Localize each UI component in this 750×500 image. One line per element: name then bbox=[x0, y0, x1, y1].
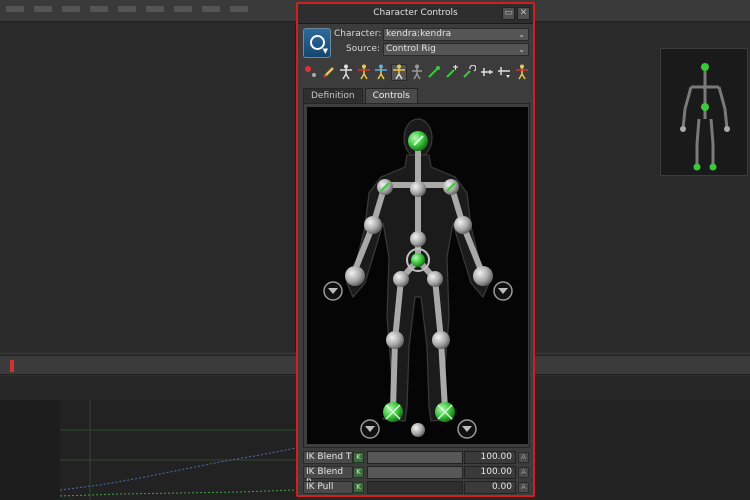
close-button[interactable]: ✕ bbox=[517, 7, 530, 20]
character-select[interactable]: kendra:kendra ⌄ bbox=[383, 28, 529, 41]
left-elbow-effector[interactable] bbox=[364, 216, 382, 234]
key-icon[interactable]: K bbox=[353, 467, 364, 478]
lock-icon[interactable]: A bbox=[518, 452, 529, 463]
key-icon[interactable]: K bbox=[353, 452, 364, 463]
ik-blend-r-value[interactable]: 100.00 bbox=[464, 466, 516, 479]
left-hip-effector[interactable] bbox=[393, 271, 409, 287]
full-body-icon[interactable] bbox=[356, 64, 373, 81]
left-wrist-effector[interactable] bbox=[345, 266, 365, 286]
window-titlebar[interactable]: Character Controls ▭ ✕ bbox=[298, 4, 533, 24]
slider-row-ik-blend-t: IK Blend T K 100.00 A bbox=[303, 451, 530, 465]
controls-toolbar bbox=[303, 62, 530, 82]
spine-effector[interactable] bbox=[410, 231, 426, 247]
ik-blend-r-slider[interactable] bbox=[367, 466, 463, 479]
body-part-icon[interactable] bbox=[373, 64, 390, 81]
source-select-value: Control Rig bbox=[386, 44, 436, 54]
ik-blend-t-value[interactable]: 100.00 bbox=[464, 451, 516, 464]
tab-controls[interactable]: Controls bbox=[364, 88, 418, 104]
chevron-down-icon: ⌄ bbox=[518, 30, 525, 39]
character-select-value: kendra:kendra bbox=[386, 29, 452, 39]
slider-fill bbox=[368, 452, 462, 463]
properties-pane bbox=[535, 400, 750, 500]
right-hand-expand-button[interactable] bbox=[493, 281, 513, 301]
select-effector-icon[interactable] bbox=[303, 64, 320, 81]
fcurve-graph bbox=[60, 400, 296, 500]
ik-blend-t-label: IK Blend T bbox=[303, 451, 353, 464]
source-select[interactable]: Control Rig ⌄ bbox=[383, 43, 529, 56]
slider-row-ik-pull: IK Pull K 0.00 A bbox=[303, 481, 530, 495]
fk-icon[interactable] bbox=[426, 64, 443, 81]
ik-icon[interactable] bbox=[408, 64, 425, 81]
left-foot-expand-button[interactable] bbox=[360, 419, 380, 439]
chevron-down-icon: ⌄ bbox=[518, 45, 525, 54]
right-elbow-effector[interactable] bbox=[454, 216, 472, 234]
viewer-pane bbox=[0, 22, 296, 352]
ik-blend-t-slider[interactable] bbox=[367, 451, 463, 464]
right-foot-expand-button[interactable] bbox=[457, 419, 477, 439]
release-pin-icon[interactable] bbox=[478, 64, 495, 81]
mirror-icon[interactable] bbox=[496, 64, 513, 81]
window-title: Character Controls bbox=[373, 8, 458, 18]
tab-bar: Definition Controls bbox=[303, 88, 420, 104]
character-preview-thumbnail bbox=[660, 48, 748, 176]
slider-row-ik-blend-r: IK Blend R K 100.00 A bbox=[303, 466, 530, 488]
source-label: Source: bbox=[346, 44, 380, 54]
app-menu-items bbox=[6, 6, 248, 14]
character-view bbox=[307, 107, 528, 444]
right-knee-effector[interactable] bbox=[432, 331, 450, 349]
ik-pull-label: IK Pull bbox=[303, 481, 353, 494]
tab-definition[interactable]: Definition bbox=[303, 88, 363, 104]
neck-effector[interactable] bbox=[410, 181, 426, 197]
pin-rotation-icon[interactable] bbox=[461, 64, 478, 81]
left-hand-expand-button[interactable] bbox=[323, 281, 343, 301]
ground-effector[interactable] bbox=[411, 423, 425, 437]
fcurve-list bbox=[0, 400, 60, 500]
ik-blend-r-label: IK Blend R bbox=[303, 466, 353, 488]
lock-icon[interactable]: A bbox=[518, 467, 529, 478]
left-knee-effector[interactable] bbox=[386, 331, 404, 349]
ik-pull-slider[interactable] bbox=[367, 481, 463, 494]
character-controls-window: Character Controls ▭ ✕ ▼ Character: kend… bbox=[296, 2, 535, 497]
character-menu-button[interactable]: ▼ bbox=[303, 28, 331, 58]
minimize-button[interactable]: ▭ bbox=[502, 7, 515, 20]
slider-fill bbox=[368, 467, 462, 478]
right-wrist-effector[interactable] bbox=[473, 266, 493, 286]
stance-icon[interactable] bbox=[338, 64, 355, 81]
pose-icon[interactable] bbox=[513, 64, 530, 81]
ik-pull-value[interactable]: 0.00 bbox=[464, 481, 516, 494]
ik-sliders: IK Blend T K 100.00 A IK Blend R K 100.0… bbox=[303, 451, 530, 496]
selection-icon[interactable] bbox=[390, 63, 408, 81]
controls-tab-content bbox=[303, 103, 530, 448]
chevron-down-icon: ▼ bbox=[322, 47, 328, 55]
lock-icon[interactable]: A bbox=[518, 482, 529, 493]
timeline-marker[interactable] bbox=[10, 360, 14, 372]
right-hip-effector[interactable] bbox=[427, 271, 443, 287]
key-icon[interactable]: K bbox=[353, 482, 364, 493]
hips-effector[interactable] bbox=[411, 253, 425, 267]
character-label: Character: bbox=[334, 29, 382, 39]
pencil-icon[interactable] bbox=[321, 64, 338, 81]
pin-translation-icon[interactable] bbox=[443, 64, 460, 81]
